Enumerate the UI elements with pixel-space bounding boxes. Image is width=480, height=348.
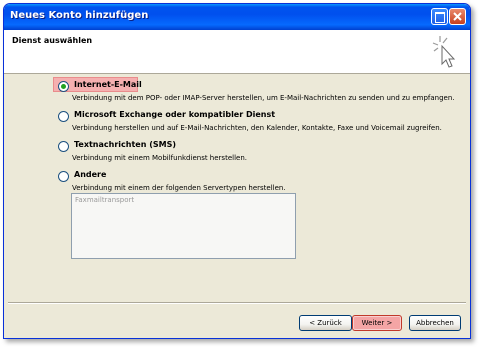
option-description: Verbindung mit einem Mobilfunkdienst her… [72,154,247,162]
close-icon [453,12,462,21]
list-item: Faxmailtransport [75,196,135,204]
wizard-wand-icon [432,36,456,68]
option-label[interactable]: Andere [72,170,108,179]
page-title: Dienst auswählen [12,36,93,45]
wizard-header: Dienst auswählen [4,30,470,74]
server-type-list[interactable]: Faxmailtransport [71,193,296,259]
option-label[interactable]: Internet-E-Mail [72,80,144,89]
divider [8,302,466,304]
cancel-button[interactable]: Abbrechen [409,315,461,331]
option-description: Verbindung herstellen und auf E-Mail-Nac… [72,124,442,132]
close-button[interactable] [449,8,466,25]
window-title: Neues Konto hinzufügen [10,10,149,21]
radio-internet-email[interactable] [58,81,69,92]
title-bar[interactable]: Neues Konto hinzufügen [4,4,470,30]
next-button[interactable]: Weiter > [352,315,402,331]
add-account-dialog: Neues Konto hinzufügen Dienst auswählen … [3,3,471,339]
radio-exchange[interactable] [58,111,69,122]
radio-sms[interactable] [58,141,69,152]
option-description: Verbindung mit einem der folgenden Serve… [72,184,286,192]
radio-other[interactable] [58,171,69,182]
back-button[interactable]: < Zurück [299,315,352,331]
option-description: Verbindung mit dem POP- oder IMAP-Server… [72,94,455,102]
maximize-button[interactable] [431,8,448,25]
option-label[interactable]: Microsoft Exchange oder kompatibler Dien… [72,110,277,119]
option-label[interactable]: Textnachrichten (SMS) [72,140,178,149]
